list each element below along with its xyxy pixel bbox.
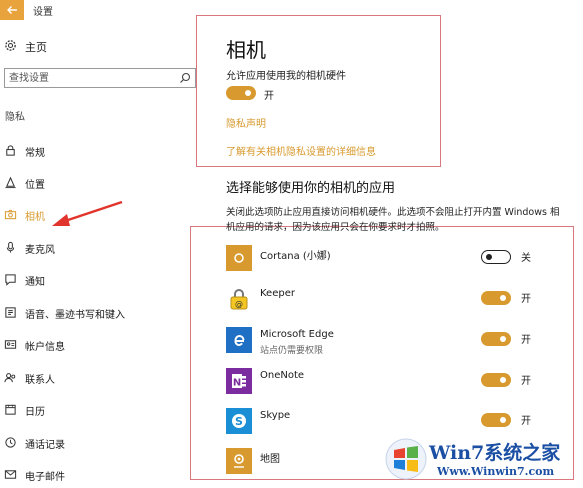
apps-section-description: 关闭此选项防止应用直接访问相机硬件。此选项不会阻止打开内置 Windows 相机… bbox=[226, 207, 560, 233]
sidebar-item-general[interactable]: 常规 bbox=[0, 141, 200, 161]
windows-logo-icon bbox=[385, 438, 427, 480]
camera-privacy-details-link[interactable]: 了解有关相机隐私设置的详细信息 bbox=[226, 143, 376, 158]
page-title: 相机 bbox=[226, 38, 266, 62]
search-input[interactable] bbox=[9, 70, 177, 86]
app-row-onenote: N OneNote 开 bbox=[226, 368, 556, 402]
app-name: Cortana (小娜) bbox=[260, 251, 331, 262]
svg-text:@: @ bbox=[235, 300, 243, 309]
speech-icon bbox=[5, 307, 16, 318]
watermark-title: Win7系统之家 bbox=[429, 442, 561, 464]
sidebar-item-label: 语音、墨迹书写和键入 bbox=[25, 310, 125, 321]
watermark: Win7系统之家 Www.Winwin7.com bbox=[385, 434, 583, 488]
sidebar-item-label: 麦克风 bbox=[25, 245, 55, 256]
watermark-url: Www.Winwin7.com bbox=[437, 465, 555, 478]
toggle-state-label: 开 bbox=[521, 376, 531, 387]
app-name: Keeper bbox=[260, 288, 295, 299]
app-subtitle: 站点仍需要权限 bbox=[260, 346, 324, 356]
sidebar-item-label: 位置 bbox=[25, 180, 45, 191]
sidebar-item-label: 主页 bbox=[25, 41, 47, 54]
toggle-knob bbox=[500, 336, 506, 342]
sidebar-item-speech[interactable]: 语音、墨迹书写和键入 bbox=[0, 303, 200, 323]
back-button[interactable] bbox=[0, 0, 24, 20]
app-row-cortana: Cortana (小娜) 关 bbox=[226, 245, 556, 279]
sidebar-item-microphone[interactable]: 麦克风 bbox=[0, 238, 200, 258]
toggle-state-label: 开 bbox=[521, 294, 531, 305]
sidebar-item-label: 电子邮件 bbox=[25, 472, 65, 483]
app-name: Microsoft Edge bbox=[260, 329, 334, 340]
sidebar-item-calendar[interactable]: 日历 bbox=[0, 400, 200, 420]
onenote-icon: N bbox=[226, 368, 252, 394]
sidebar-item-location[interactable]: 位置 bbox=[0, 173, 200, 193]
contacts-icon bbox=[4, 373, 16, 383]
app-name: OneNote bbox=[260, 370, 305, 381]
app-name: Skype bbox=[260, 410, 291, 421]
sidebar-item-contacts[interactable]: 联系人 bbox=[0, 368, 200, 388]
onenote-camera-toggle[interactable] bbox=[481, 373, 511, 387]
search-icon[interactable] bbox=[179, 72, 191, 84]
cortana-icon bbox=[226, 245, 252, 271]
apps-section-heading: 选择能够使用你的相机的应用 bbox=[226, 181, 396, 196]
toggle-knob bbox=[486, 253, 492, 260]
account-icon bbox=[4, 340, 17, 349]
toggle-state-label: 开 bbox=[264, 91, 274, 102]
email-icon bbox=[4, 470, 17, 479]
camera-icon bbox=[4, 209, 17, 220]
privacy-statement-link[interactable]: 隐私声明 bbox=[226, 115, 266, 130]
allow-camera-label: 允许应用使用我的相机硬件 bbox=[226, 71, 346, 82]
svg-text:S: S bbox=[235, 415, 243, 428]
main-content: 相机 允许应用使用我的相机硬件 开 隐私声明 了解有关相机隐私设置的详细信息 选… bbox=[190, 0, 583, 488]
sidebar-item-label: 联系人 bbox=[25, 375, 55, 386]
lock-icon bbox=[6, 145, 15, 156]
app-name: 地图 bbox=[260, 454, 280, 465]
gear-icon bbox=[5, 40, 16, 51]
skype-icon: S bbox=[226, 408, 252, 434]
toggle-state-label: 开 bbox=[521, 335, 531, 346]
edge-icon bbox=[226, 327, 252, 353]
sidebar-item-label: 日历 bbox=[25, 407, 45, 418]
keeper-icon: @ bbox=[226, 286, 252, 312]
call-history-icon bbox=[5, 437, 16, 448]
sidebar-item-notifications[interactable]: 通知 bbox=[0, 270, 200, 290]
sidebar-item-label: 相机 bbox=[25, 212, 45, 223]
skype-camera-toggle[interactable] bbox=[481, 413, 511, 427]
sidebar-item-account-info[interactable]: 帐户信息 bbox=[0, 335, 200, 355]
edge-camera-toggle[interactable] bbox=[481, 332, 511, 346]
camera-access-toggle[interactable] bbox=[226, 86, 256, 100]
red-pointer-arrow bbox=[52, 200, 123, 226]
toggle-state-label: 关 bbox=[521, 253, 531, 264]
sidebar-item-label: 通话记录 bbox=[25, 440, 65, 451]
back-arrow-icon bbox=[7, 6, 17, 14]
cortana-camera-toggle[interactable] bbox=[481, 250, 511, 264]
sidebar-item-label: 帐户信息 bbox=[25, 342, 65, 353]
microphone-icon bbox=[6, 241, 15, 253]
search-box[interactable] bbox=[4, 68, 196, 88]
maps-icon bbox=[226, 448, 252, 474]
sidebar-item-label: 通知 bbox=[25, 277, 45, 288]
svg-text:N: N bbox=[233, 378, 241, 389]
keeper-camera-toggle[interactable] bbox=[481, 291, 511, 305]
sidebar-item-label: 常规 bbox=[25, 148, 45, 159]
toggle-knob bbox=[500, 295, 506, 301]
window-title: 设置 bbox=[33, 7, 53, 18]
toggle-state-label: 开 bbox=[521, 416, 531, 427]
sidebar-item-call-history[interactable]: 通话记录 bbox=[0, 433, 200, 453]
location-icon bbox=[5, 176, 16, 189]
app-row-keeper: @ Keeper 开 bbox=[226, 286, 556, 320]
section-label-privacy: 隐私 bbox=[5, 112, 25, 123]
toggle-knob bbox=[245, 90, 251, 96]
toggle-knob bbox=[500, 417, 506, 423]
toggle-knob bbox=[500, 377, 506, 383]
calendar-icon bbox=[5, 404, 16, 415]
app-row-edge: Microsoft Edge 站点仍需要权限 开 bbox=[226, 327, 556, 361]
notification-icon bbox=[5, 274, 16, 286]
sidebar: 主页 隐私 常规 位置 相机 麦克风 通知 语音、墨迹书写和键入 帐户信息 联系 bbox=[0, 20, 200, 488]
sidebar-item-email[interactable]: 电子邮件 bbox=[0, 465, 200, 485]
